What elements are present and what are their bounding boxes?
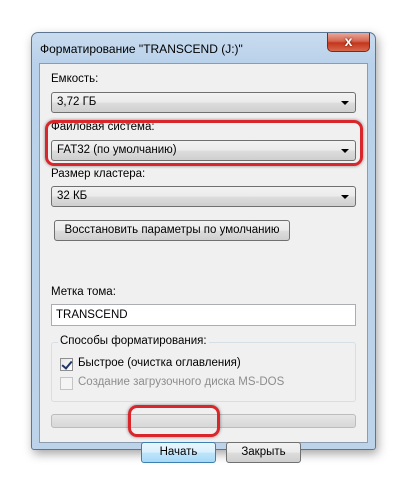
- start-button[interactable]: Начать: [141, 442, 216, 463]
- capacity-value: 3,72 ГБ: [57, 96, 97, 108]
- restore-defaults-button[interactable]: Восстановить параметры по умолчанию: [54, 220, 290, 241]
- filesystem-value: FAT32 (по умолчанию): [57, 144, 177, 156]
- capacity-select[interactable]: 3,72 ГБ: [51, 92, 356, 113]
- msdos-boot-disk-label: Создание загрузочного диска MS-DOS: [78, 376, 285, 388]
- chevron-down-icon: [341, 101, 349, 105]
- filesystem-select[interactable]: FAT32 (по умолчанию): [51, 140, 356, 161]
- msdos-boot-disk-checkbox: [60, 377, 73, 390]
- dialog-body: Емкость: 3,72 ГБ Файловая система: FAT32…: [39, 63, 368, 463]
- cluster-size-select[interactable]: 32 КБ: [51, 186, 356, 207]
- capacity-label: Емкость:: [51, 73, 99, 85]
- volume-label-label: Метка тома:: [51, 286, 116, 298]
- filesystem-label: Файловая система:: [51, 121, 155, 133]
- quick-format-label: Быстрое (очистка оглавления): [78, 357, 241, 369]
- format-dialog: Форматирование "TRANSCEND (J:)" x Емкост…: [31, 32, 376, 463]
- format-progress-bar: [51, 414, 356, 428]
- window-title: Форматирование "TRANSCEND (J:)": [40, 42, 243, 56]
- close-window-button[interactable]: x: [327, 33, 370, 52]
- volume-label-value: TRANSCEND: [56, 309, 128, 321]
- title-bar[interactable]: Форматирование "TRANSCEND (J:)" x: [32, 33, 375, 63]
- cluster-size-value: 32 КБ: [57, 190, 88, 202]
- volume-label-input[interactable]: TRANSCEND: [51, 304, 356, 326]
- chevron-down-icon: [341, 195, 349, 199]
- format-options-title: Способы форматирования:: [58, 335, 209, 347]
- cluster-size-label: Размер кластера:: [51, 168, 146, 180]
- close-button[interactable]: Закрыть: [226, 442, 301, 463]
- format-options-group: Способы форматирования: Быстрое (очистка…: [51, 335, 356, 402]
- quick-format-checkbox[interactable]: [60, 358, 73, 371]
- close-icon: x: [344, 33, 353, 49]
- chevron-down-icon: [341, 149, 349, 153]
